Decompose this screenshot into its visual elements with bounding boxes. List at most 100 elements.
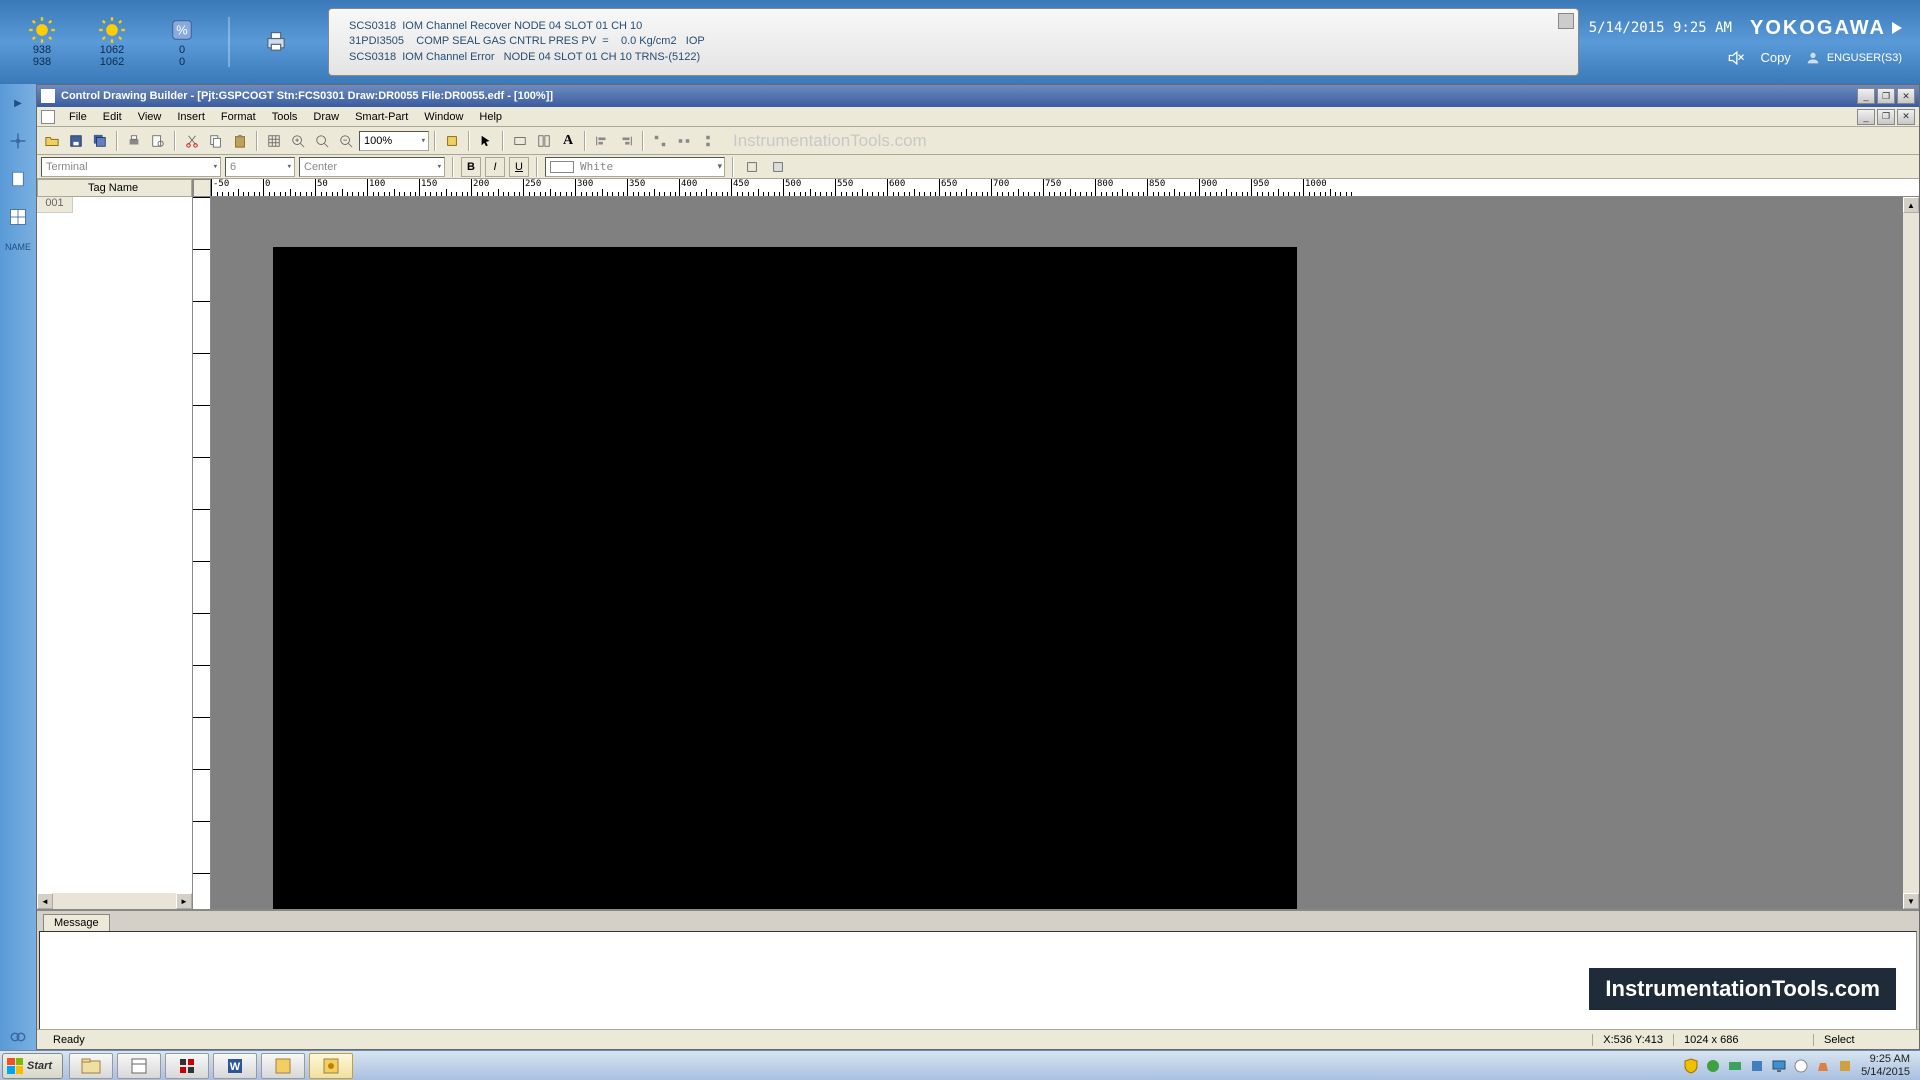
tray-icon-8[interactable] bbox=[1837, 1058, 1853, 1074]
cut-icon[interactable] bbox=[181, 130, 203, 152]
alarm-box-2[interactable]: 10621062 bbox=[82, 16, 142, 68]
open-icon[interactable] bbox=[41, 130, 63, 152]
scroll-left-icon[interactable]: ◄ bbox=[37, 893, 53, 909]
tool-b-icon[interactable] bbox=[533, 130, 555, 152]
message-panel[interactable]: SCS0318 IOM Channel Recover NODE 04 SLOT… bbox=[328, 8, 1579, 76]
task-cdb[interactable] bbox=[309, 1053, 353, 1079]
titlebar[interactable]: Control Drawing Builder - [Pjt:GSPCOGT S… bbox=[37, 85, 1919, 107]
tray-icon-3[interactable] bbox=[1727, 1058, 1743, 1074]
menu-window[interactable]: Window bbox=[416, 109, 471, 125]
pointer-icon[interactable] bbox=[475, 130, 497, 152]
save-all-icon[interactable] bbox=[89, 130, 111, 152]
doc-icon[interactable] bbox=[41, 110, 55, 124]
task-app3[interactable] bbox=[261, 1053, 305, 1079]
menu-edit[interactable]: Edit bbox=[95, 109, 130, 125]
rail-doc-icon[interactable] bbox=[5, 166, 31, 192]
menu-tools[interactable]: Tools bbox=[264, 109, 306, 125]
scroll-right-icon[interactable]: ► bbox=[176, 893, 192, 909]
underline-button[interactable]: U bbox=[509, 157, 529, 177]
ruler-corner[interactable] bbox=[193, 179, 211, 197]
rail-expand-icon[interactable]: ▶ bbox=[5, 90, 31, 116]
extra1-icon[interactable] bbox=[741, 156, 763, 178]
doc-minimize-button[interactable]: _ bbox=[1857, 109, 1875, 125]
extra2-icon[interactable] bbox=[767, 156, 789, 178]
zoom-out-icon[interactable] bbox=[335, 130, 357, 152]
minimize-button[interactable]: _ bbox=[1857, 88, 1875, 104]
print-icon[interactable] bbox=[123, 130, 145, 152]
tray-icon-7[interactable] bbox=[1815, 1058, 1831, 1074]
drawing-canvas[interactable] bbox=[273, 247, 1297, 909]
menu-draw[interactable]: Draw bbox=[305, 109, 347, 125]
badge-icon: % bbox=[166, 16, 198, 44]
dist1-icon[interactable] bbox=[649, 130, 671, 152]
tab-message[interactable]: Message bbox=[43, 914, 110, 931]
task-app1[interactable] bbox=[117, 1053, 161, 1079]
save-icon[interactable] bbox=[65, 130, 87, 152]
tray-icon-6[interactable] bbox=[1793, 1058, 1809, 1074]
menu-format[interactable]: Format bbox=[213, 109, 264, 125]
close-button[interactable]: ✕ bbox=[1897, 88, 1915, 104]
taglist-rows[interactable]: 001 bbox=[37, 197, 192, 893]
color-combo[interactable]: White bbox=[545, 157, 725, 177]
tray-clock[interactable]: 9:25 AM 5/14/2015 bbox=[1861, 1053, 1910, 1077]
font-combo[interactable]: Terminal bbox=[41, 157, 221, 177]
align2-icon[interactable] bbox=[615, 130, 637, 152]
alarm-summary: 938938 10621062 % 00 bbox=[0, 16, 318, 68]
paste-icon[interactable] bbox=[229, 130, 251, 152]
taglist-hscroll[interactable]: ◄ ► bbox=[37, 893, 192, 909]
grid-icon[interactable] bbox=[263, 130, 285, 152]
task-word[interactable]: W bbox=[213, 1053, 257, 1079]
maximize-button[interactable]: ❐ bbox=[1877, 88, 1895, 104]
msg-line-3: SCS0318 IOM Channel Error NODE 04 SLOT 0… bbox=[349, 50, 1558, 65]
svg-text:W: W bbox=[230, 1061, 241, 1073]
zoom-in-icon[interactable] bbox=[287, 130, 309, 152]
alarm-box-3[interactable]: % 00 bbox=[152, 16, 212, 68]
menubar: File Edit View Insert Format Tools Draw … bbox=[37, 107, 1919, 127]
tray-icon-2[interactable] bbox=[1705, 1058, 1721, 1074]
msg-expand-button[interactable] bbox=[1558, 13, 1574, 29]
menu-help[interactable]: Help bbox=[471, 109, 510, 125]
menu-view[interactable]: View bbox=[130, 109, 170, 125]
preview-icon[interactable] bbox=[147, 130, 169, 152]
rail-tool-icon[interactable] bbox=[5, 128, 31, 154]
scroll-up-icon[interactable]: ▲ bbox=[1903, 197, 1919, 213]
block-icon[interactable] bbox=[441, 130, 463, 152]
italic-button[interactable]: I bbox=[485, 157, 505, 177]
alarm-box-1[interactable]: 938938 bbox=[12, 16, 72, 68]
zoom-combo[interactable]: 100% bbox=[359, 131, 429, 151]
print-box[interactable] bbox=[246, 28, 306, 56]
text-tool-icon[interactable]: A bbox=[557, 130, 579, 152]
task-app2[interactable] bbox=[165, 1053, 209, 1079]
tray-shield-icon[interactable] bbox=[1683, 1058, 1699, 1074]
menu-smartpart[interactable]: Smart-Part bbox=[347, 109, 416, 125]
align1-icon[interactable] bbox=[591, 130, 613, 152]
menu-file[interactable]: File bbox=[61, 109, 95, 125]
copy-button[interactable]: Copy bbox=[1760, 50, 1790, 65]
h-ruler[interactable]: -500501001502002503003504004505005506006… bbox=[211, 179, 1919, 197]
v-scrollbar[interactable]: ▲ ▼ bbox=[1903, 197, 1919, 909]
rail-bottom-icon[interactable] bbox=[5, 1024, 31, 1050]
tray-monitor-icon[interactable] bbox=[1771, 1058, 1787, 1074]
v-ruler[interactable] bbox=[193, 197, 211, 909]
scroll-down-icon[interactable]: ▼ bbox=[1903, 893, 1919, 909]
rail-grid-icon[interactable] bbox=[5, 204, 31, 230]
user-label[interactable]: ENGUSER(S3) bbox=[1805, 50, 1902, 66]
zoom-fit-icon[interactable] bbox=[311, 130, 333, 152]
menu-insert[interactable]: Insert bbox=[169, 109, 213, 125]
doc-close-button[interactable]: ✕ bbox=[1897, 109, 1915, 125]
doc-restore-button[interactable]: ❐ bbox=[1877, 109, 1895, 125]
speaker-mute-icon[interactable] bbox=[1726, 48, 1746, 68]
size-combo[interactable]: 6 bbox=[225, 157, 295, 177]
tool-a-icon[interactable] bbox=[509, 130, 531, 152]
align-combo[interactable]: Center bbox=[299, 157, 445, 177]
start-button[interactable]: Start bbox=[2, 1053, 63, 1079]
dist3-icon[interactable] bbox=[697, 130, 719, 152]
dist2-icon[interactable] bbox=[673, 130, 695, 152]
tray-icon-4[interactable] bbox=[1749, 1058, 1765, 1074]
task-explorer[interactable] bbox=[69, 1053, 113, 1079]
msg-line-1: SCS0318 IOM Channel Recover NODE 04 SLOT… bbox=[349, 19, 1558, 34]
msg-body[interactable]: InstrumentationTools.com bbox=[39, 931, 1917, 1031]
copy-icon[interactable] bbox=[205, 130, 227, 152]
bold-button[interactable]: B bbox=[461, 157, 481, 177]
canvas-viewport[interactable] bbox=[211, 197, 1903, 909]
